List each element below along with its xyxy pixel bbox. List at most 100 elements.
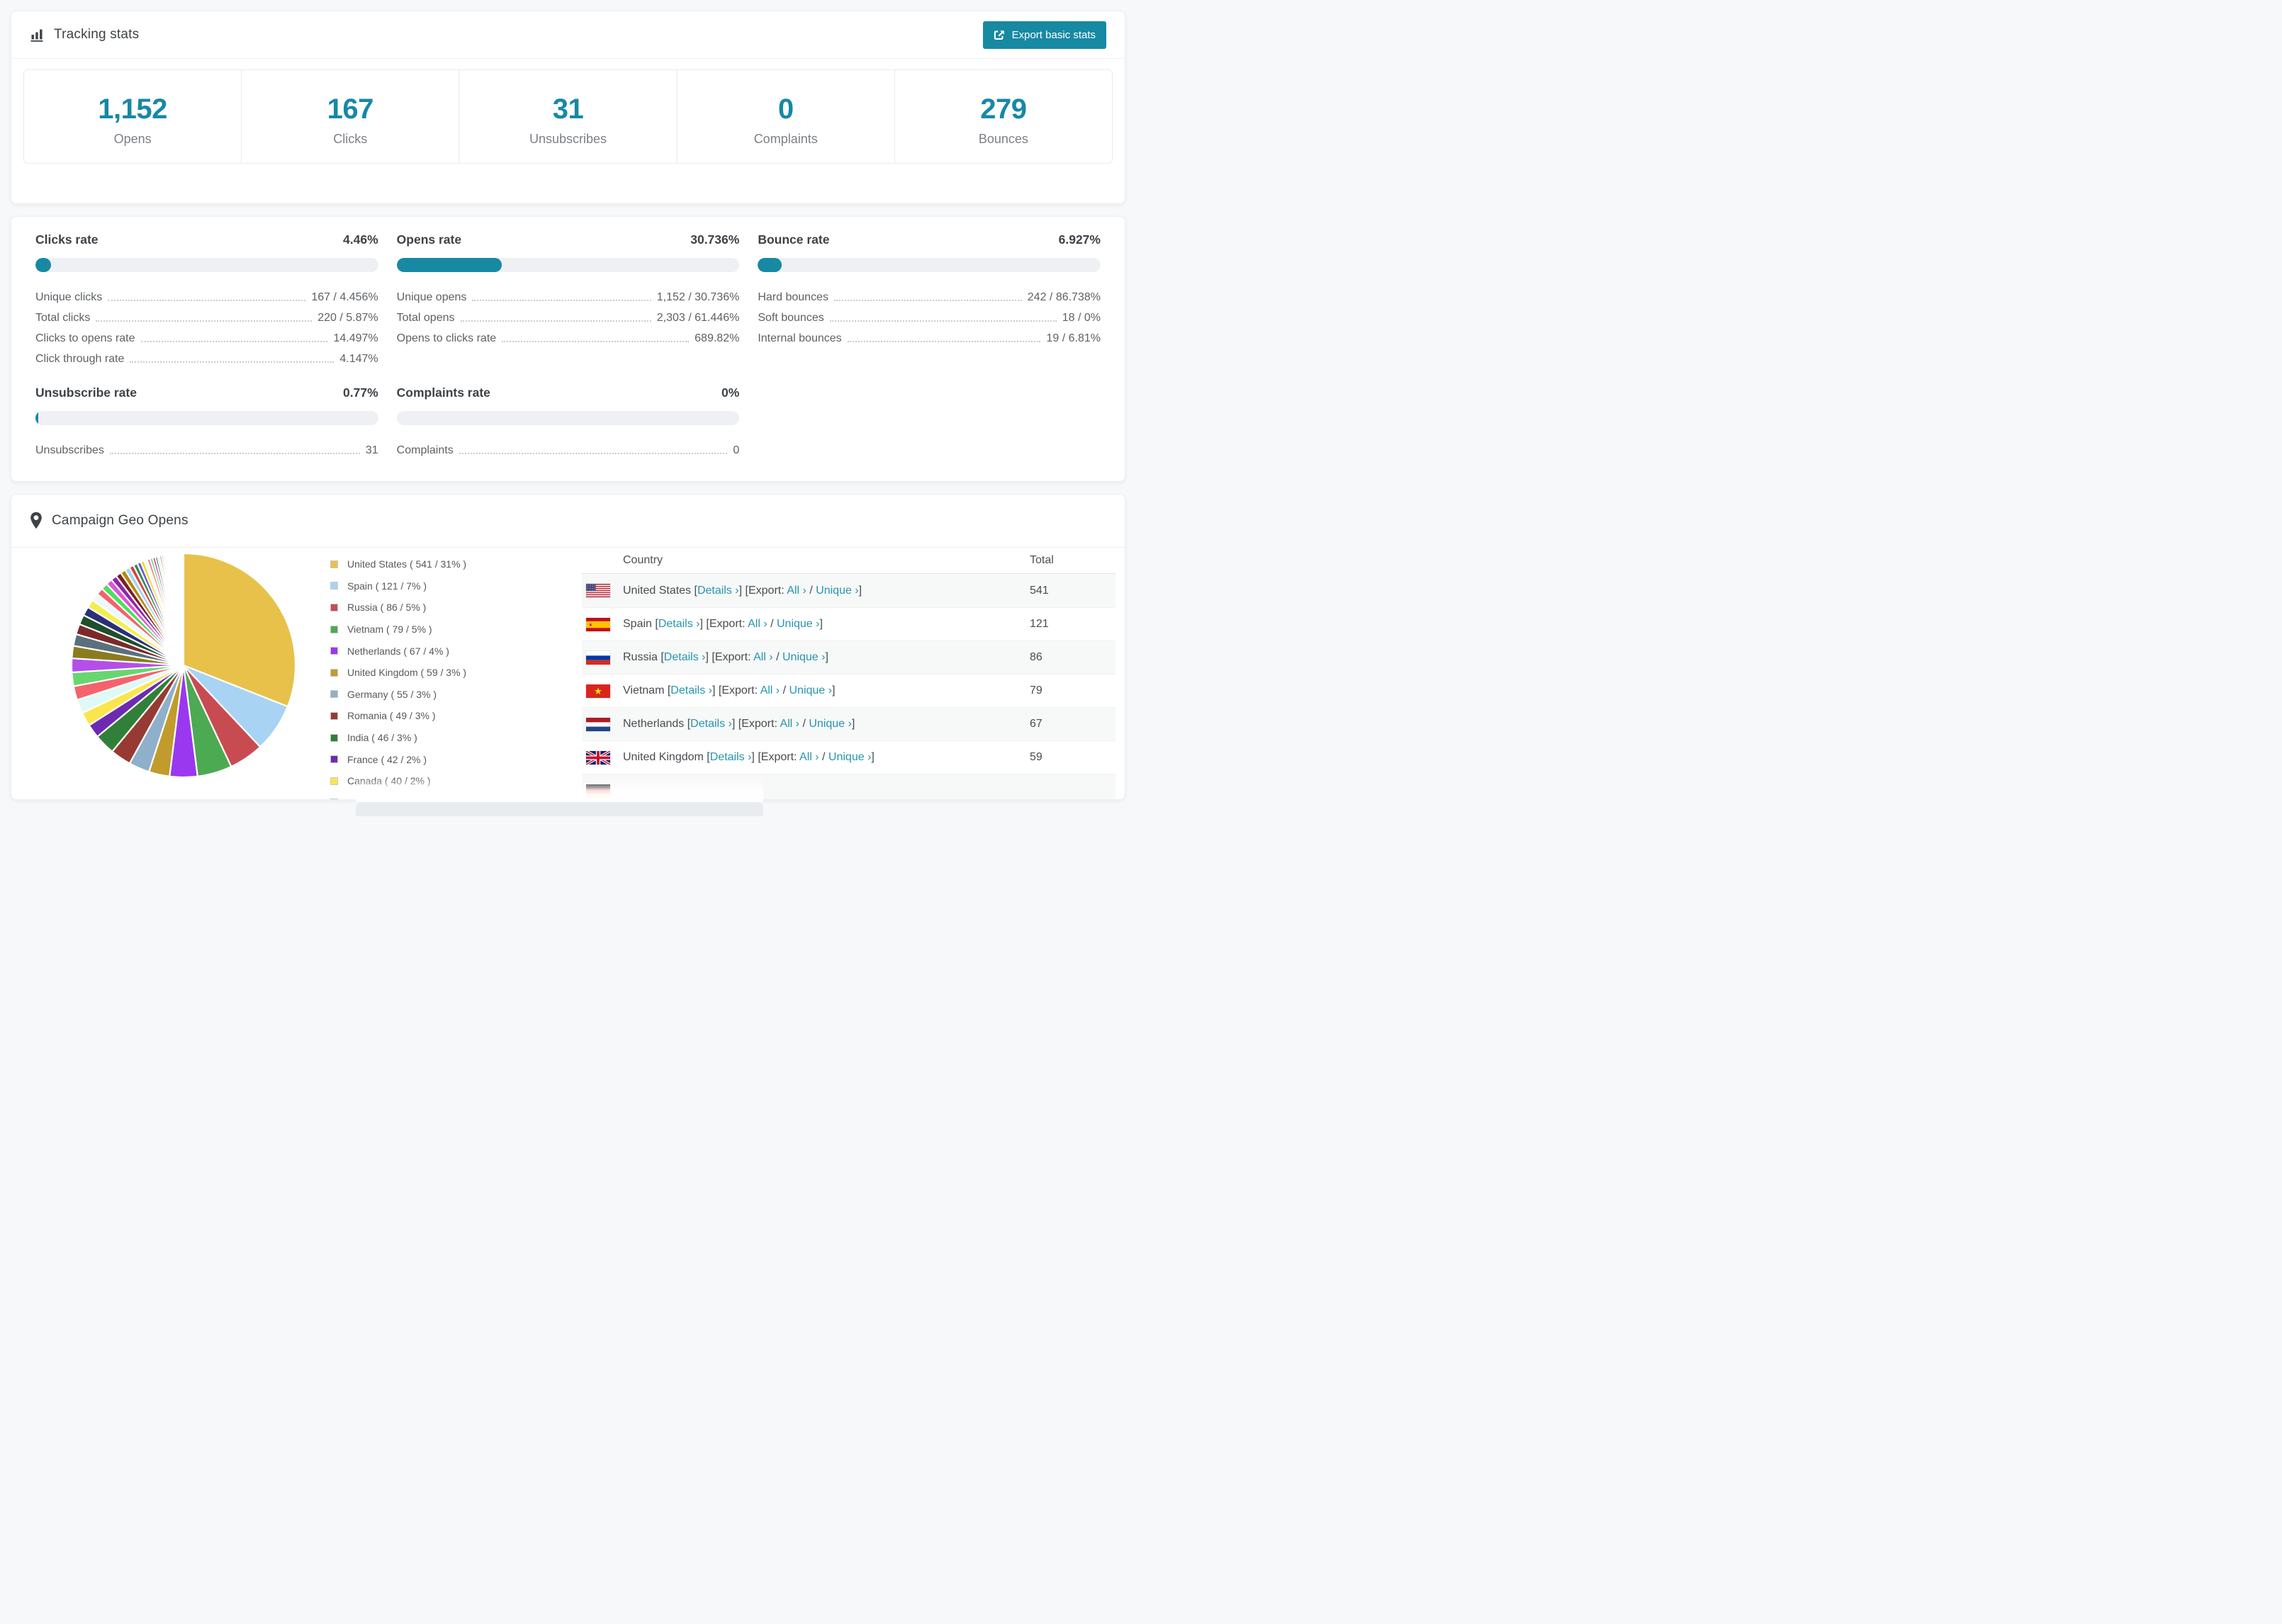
stats-row: 1,152 Opens 167 Clicks 31 Unsubscribes 0 Compla… [23,69,1113,164]
geo-table-row-russia: Russia [Details ›] [Export: All › / Uniq… [582,641,1115,674]
rate-progress-fill [396,258,502,272]
column-header-country: Country [623,554,663,566]
export-all-link[interactable]: All › [753,651,773,663]
rate-progress-track [35,258,378,272]
rate-row: Total clicks 220 / 5.87% [35,312,378,324]
country-name: Vietnam [623,684,665,697]
legend-swatch [330,560,338,568]
legend-label: Italy ( 36 / 2% ) [347,797,414,799]
rate-block-complaints-rate: Complaints rate 0% Complaints 0 [396,385,740,457]
rate-value: 4.46% [343,232,378,247]
legend-label: Romania ( 49 / 3% ) [347,710,436,722]
country-name: Netherlands [623,718,685,730]
export-all-link[interactable]: All › [780,718,799,730]
total-cell: 79 [1030,684,1042,697]
rate-value: 0.77% [343,385,378,400]
flag-vn-icon [586,684,610,698]
export-all-link[interactable]: All › [760,684,780,697]
geo-table-row-united-kingdom: United Kingdom [Details ›] [Export: All … [582,740,1115,774]
legend-swatch [330,711,338,720]
legend-swatch [330,777,338,785]
dotted-leader [829,320,1057,322]
rate-value: 6.927% [1058,232,1101,247]
legend-label: Canada ( 40 / 2% ) [347,775,431,787]
rate-progress-fill [35,258,51,272]
stat-label: Complaints [753,132,818,146]
export-basic-stats-button[interactable]: Export basic stats [982,21,1106,49]
legend-item: Italy ( 36 / 2% ) [330,792,466,800]
rate-row: Internal bounces 19 / 6.81% [758,332,1101,344]
legend-item: Vietnam ( 79 / 5% ) [330,619,466,641]
details-link[interactable]: Details › [658,618,700,630]
legend-swatch [330,755,338,764]
stat-value: 0 [777,94,794,125]
stat-complaints: 0 Complaints [678,70,895,163]
export-unique-link[interactable]: Unique › [782,651,825,663]
rate-block-bounce-rate: Bounce rate 6.927% Hard bounces 242 / 86.73… [758,232,1101,366]
export-unique-link[interactable]: Unique › [828,751,871,763]
rate-progress-track [35,411,378,425]
bottom-scrollbar[interactable] [356,802,763,816]
rate-title: Bounce rate [758,232,830,247]
geo-pie-chart [69,551,298,779]
rate-progress-fill [758,258,782,272]
export-all-link[interactable]: All › [748,618,768,630]
rate-block-opens-rate: Opens rate 30.736% Unique opens 1,152 / 30.… [396,232,740,366]
legend-swatch [330,668,338,677]
export-button-label: Export basic stats [1011,28,1096,41]
legend-swatch [330,733,338,742]
export-icon [994,29,1006,41]
rate-row: Total opens 2,303 / 61.446% [396,312,740,324]
export-word: Export: [741,718,777,730]
details-link[interactable]: Details › [670,684,712,697]
rate-title: Complaints rate [396,385,490,400]
legend-label: Russia ( 86 / 5% ) [347,602,427,614]
rate-block-unsubscribe-rate: Unsubscribe rate 0.77% Unsubscribes 31 [35,385,378,457]
rate-row: Complaints 0 [396,444,740,456]
legend-label: United States ( 541 / 31% ) [347,558,467,570]
rate-value: 0% [721,385,740,400]
stat-opens: 1,152 Opens [24,70,242,163]
export-word: Export: [709,618,746,630]
rate-block-clicks-rate: Clicks rate 4.46% Unique clicks 167 / 4.456… [35,232,378,366]
legend-swatch [330,799,338,800]
export-unique-link[interactable]: Unique › [809,718,851,730]
geo-body: United States ( 541 / 31% ) Spain ( 121 /… [11,548,1125,800]
legend-item: France ( 42 / 2% ) [330,748,466,770]
rate-row: Unique opens 1,152 / 30.736% [396,291,740,303]
page-title: Tracking stats [54,27,140,42]
tracking-stats-header: Tracking stats Export basic stats [11,11,1125,59]
country-name: United Kingdom [623,751,704,763]
export-unique-link[interactable]: Unique › [816,585,858,597]
stat-value: 279 [980,94,1027,125]
rate-progress-fill [35,411,38,425]
export-unique-link[interactable]: Unique › [777,618,819,630]
export-word: Export: [748,584,785,597]
dotted-leader [130,361,335,363]
details-link[interactable]: Details › [697,585,739,597]
geo-title: Campaign Geo Opens [52,513,189,528]
legend-swatch [330,582,338,590]
export-all-link[interactable]: All › [799,751,819,763]
rate-progress-track [396,258,740,272]
details-link[interactable]: Details › [690,718,732,730]
dotted-leader [472,300,651,301]
stat-label: Opens [113,132,152,146]
legend-label: France ( 42 / 2% ) [347,753,427,765]
geo-header: Campaign Geo Opens [11,495,1125,548]
rate-title: Clicks rate [35,232,99,247]
dotted-leader [108,300,306,301]
rate-value: 30.736% [690,232,740,247]
details-link[interactable]: Details › [664,651,706,663]
country-cell: Spain [Details ›] [Export: All › / Uniqu… [623,618,823,630]
column-header-total: Total [1030,554,1054,566]
export-all-link[interactable]: All › [787,585,806,597]
details-link[interactable]: Details › [710,751,752,763]
rate-row: Hard bounces 242 / 86.738% [758,291,1101,303]
export-unique-link[interactable]: Unique › [789,684,831,697]
legend-item: United Kingdom ( 59 / 3% ) [330,662,466,684]
dotted-leader [460,320,651,322]
export-word: Export: [760,751,797,763]
geo-table-row-vietnam: Vietnam [Details ›] [Export: All › / Uni… [582,674,1115,707]
legend-swatch [330,625,338,633]
